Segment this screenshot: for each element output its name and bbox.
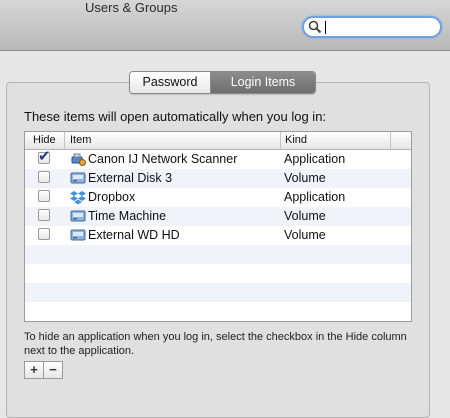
item-name: External WD HD [88,228,180,242]
add-item-button[interactable]: + [25,362,44,378]
item-kind: Application [284,152,346,166]
column-divider [390,132,391,149]
remove-item-button[interactable]: − [44,362,62,378]
checkmark-icon: ✔ [38,148,51,165]
empty-row [25,302,411,321]
tab-bar: Password Login Items [129,71,316,94]
table-row[interactable]: External WD HD Volume [25,226,411,245]
tab-password[interactable]: Password [130,72,211,93]
column-divider [280,132,281,149]
item-kind: Volume [284,228,326,242]
empty-row [25,245,411,264]
item-kind: Volume [284,171,326,185]
hide-checkbox[interactable] [38,228,50,240]
scanner-app-icon [71,153,86,166]
item-name: Canon IJ Network Scanner [88,152,238,166]
disk-volume-icon [70,172,86,184]
search-field[interactable] [302,16,442,38]
disk-volume-icon [70,229,86,241]
hide-checkbox[interactable] [38,190,50,202]
window-title: Users & Groups [85,0,178,15]
login-items-intro: These items will open automatically when… [24,109,327,124]
column-divider [64,132,65,149]
login-items-table: Hide Item Kind ✔ Canon IJ Network Scanne… [24,131,412,322]
search-icon [308,20,322,34]
search-input[interactable] [324,19,434,35]
table-row[interactable]: External Disk 3 Volume [25,169,411,188]
disk-volume-icon [70,210,86,222]
item-kind: Volume [284,209,326,223]
window-toolbar: Users & Groups [0,0,450,51]
empty-row [25,264,411,283]
hide-checkbox[interactable] [38,171,50,183]
column-header-kind[interactable]: Kind [285,134,307,146]
item-kind: Application [284,190,346,204]
table-row[interactable]: ✔ Canon IJ Network Scanner Application [25,148,411,169]
hide-checkbox[interactable] [38,209,50,221]
hide-checkbox[interactable]: ✔ [38,148,51,165]
text-caret [325,21,326,34]
dropbox-icon [70,191,86,205]
table-row[interactable]: Dropbox Application [25,188,411,207]
table-row[interactable]: Time Machine Volume [25,207,411,226]
empty-row [25,283,411,302]
item-name: Dropbox [88,190,136,204]
help-text: To hide an application when you log in, … [24,331,407,357]
item-name: Time Machine [88,209,167,223]
item-name: External Disk 3 [88,171,173,185]
table-header: Hide Item Kind [25,132,411,150]
column-header-item[interactable]: Item [70,134,91,146]
add-remove-buttons: + − [24,361,63,379]
column-header-hide[interactable]: Hide [33,134,56,146]
tab-login-items[interactable]: Login Items [211,72,315,93]
